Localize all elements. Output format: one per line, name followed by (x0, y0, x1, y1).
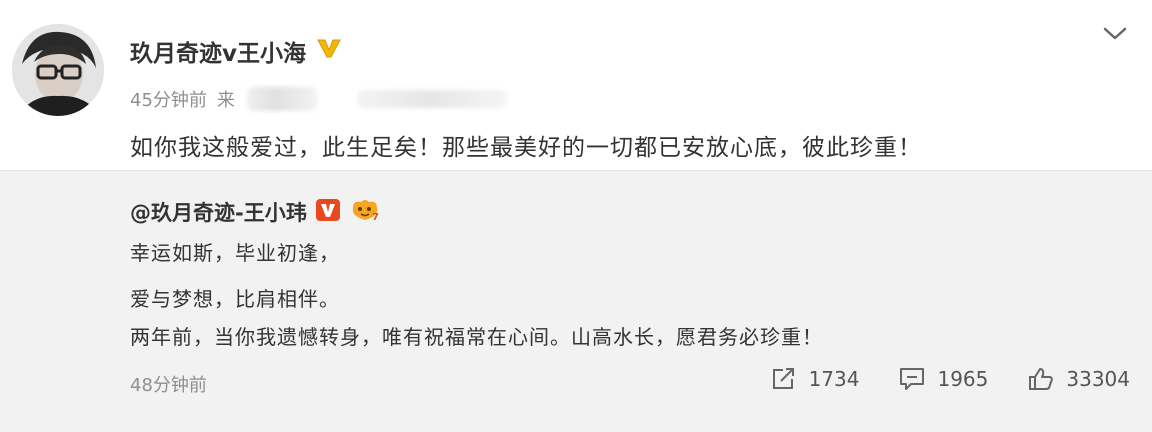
chevron-down-icon[interactable] (1100, 24, 1130, 44)
repost-author[interactable]: @玖月奇迹-王小玮 7 (130, 197, 383, 227)
comment-count: 1965 (937, 367, 989, 391)
post-meta: 45分钟前 来 (130, 86, 507, 112)
thumbs-up-icon (1028, 367, 1054, 391)
repost-count: 1734 (808, 367, 860, 391)
post-author[interactable]: 玖月奇迹v王小海 (130, 34, 342, 68)
repost-button[interactable]: 1734 (771, 367, 860, 391)
avatar[interactable] (12, 24, 104, 116)
action-bar: 1734 1965 33304 (771, 367, 1130, 391)
reposted-content: @玖月奇迹-王小玮 7 幸运如斯，毕业初逢， 爱与梦想，比肩相伴。 两年前，当你… (0, 170, 1152, 432)
fan-level-icon: 7 (349, 198, 383, 227)
repost-text-line: 两年前，当你我遗憾转身，唯有祝福常在心间。山高水长，愿君务必珍重！ (130, 325, 823, 349)
like-button[interactable]: 33304 (1028, 367, 1130, 391)
repost-text-line: 爱与梦想，比肩相伴。 (130, 287, 340, 311)
repost-time[interactable]: 48分钟前 (130, 371, 207, 397)
verified-badge-icon (316, 37, 342, 65)
vip-badge-icon (315, 198, 341, 227)
comment-icon (899, 367, 925, 391)
repost-icon (771, 367, 797, 391)
comment-button[interactable]: 1965 (899, 367, 988, 391)
blurred-source (246, 87, 317, 111)
svg-text:7: 7 (372, 212, 379, 222)
like-count: 33304 (1066, 367, 1130, 391)
repost-author-name[interactable]: @玖月奇迹-王小玮 (130, 197, 307, 227)
author-name[interactable]: 玖月奇迹v王小海 (130, 34, 306, 68)
blurred-detail (356, 90, 507, 108)
weibo-post: 玖月奇迹v王小海 45分钟前 来 如你我这般爱过，此生足矣！那些最美好的一切都已… (0, 0, 1152, 170)
post-source-prefix: 来 (216, 90, 235, 111)
repost-text-line: 幸运如斯，毕业初逢， (130, 241, 340, 265)
post-time[interactable]: 45分钟前 (130, 86, 207, 112)
post-text: 如你我这般爱过，此生足矣！那些最美好的一切都已安放心底，彼此珍重！ (130, 135, 922, 161)
